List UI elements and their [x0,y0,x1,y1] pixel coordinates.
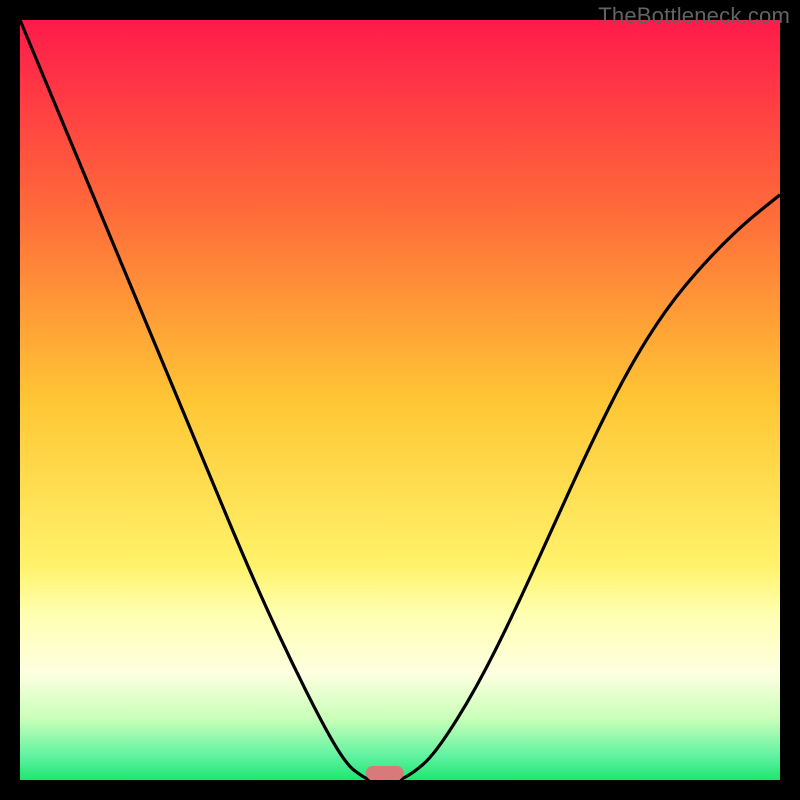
bottleneck-marker [366,766,404,780]
chart-background [20,20,780,780]
chart-frame [20,20,780,780]
watermark-text: TheBottleneck.com [598,3,790,29]
bottleneck-chart [20,20,780,780]
